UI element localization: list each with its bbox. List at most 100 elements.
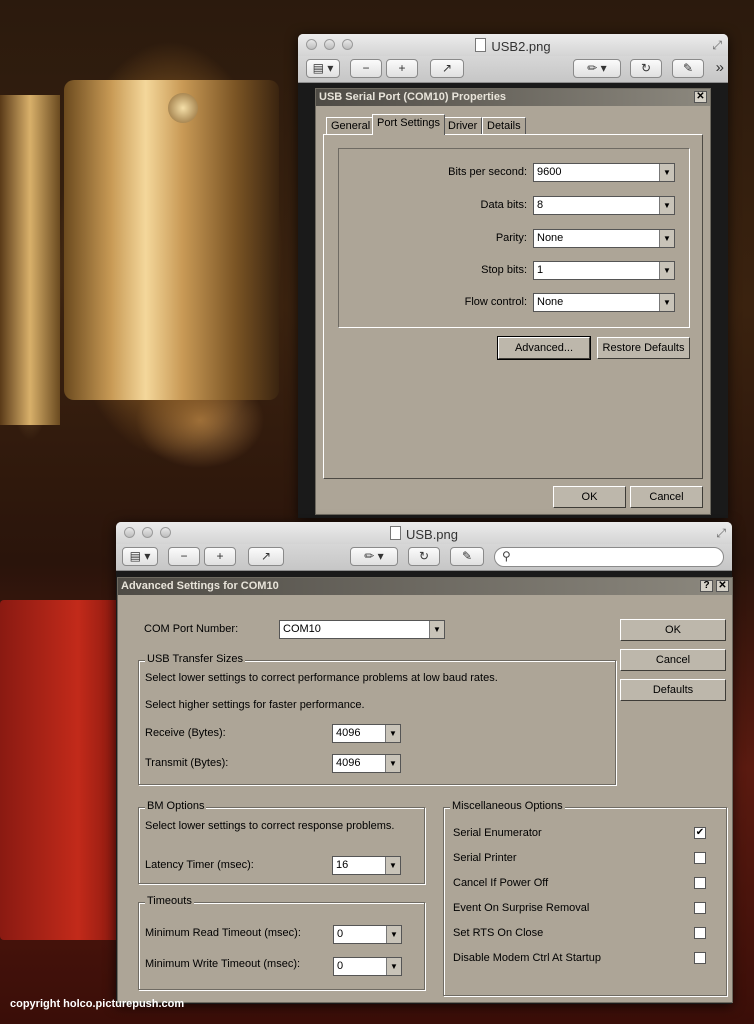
- cancel-if-power-off-checkbox[interactable]: [694, 877, 706, 889]
- disable-modem-ctrl-label: Disable Modem Ctrl At Startup: [453, 952, 601, 964]
- min-read-timeout-select[interactable]: 0 ▼: [333, 925, 402, 944]
- cancel-button[interactable]: Cancel: [620, 649, 726, 671]
- zoom-out-button[interactable]: −: [350, 59, 382, 78]
- flow-control-select[interactable]: None ▼: [533, 293, 675, 312]
- dialog-close-button[interactable]: ✕: [694, 91, 707, 103]
- advanced-button[interactable]: Advanced...: [497, 336, 591, 360]
- dialog-title: USB Serial Port (COM10) Properties: [319, 91, 507, 103]
- defaults-button[interactable]: Defaults: [620, 679, 726, 701]
- rotate-button[interactable]: ↻: [630, 59, 662, 78]
- search-icon: ⚲: [502, 549, 511, 563]
- parity-label: Parity:: [495, 232, 527, 244]
- advanced-settings-dialog: Advanced Settings for COM10 ? ✕ COM Port…: [117, 577, 733, 1003]
- sidebar-toggle-button[interactable]: ▤ ▾: [122, 547, 158, 566]
- document-icon: [475, 38, 487, 52]
- data-bits-label: Data bits:: [480, 199, 527, 211]
- timeouts-group: Timeouts Minimum Read Timeout (msec): 0 ▼…: [138, 895, 425, 990]
- min-write-timeout-label: Minimum Write Timeout (msec):: [145, 958, 301, 970]
- share-button[interactable]: ↗: [430, 59, 464, 78]
- zoom-out-icon: −: [180, 549, 188, 563]
- fullscreen-icon[interactable]: ⤢: [712, 38, 722, 53]
- zoom-out-button[interactable]: −: [168, 547, 200, 566]
- bits-per-second-label: Bits per second:: [448, 166, 527, 178]
- parity-select[interactable]: None ▼: [533, 229, 675, 248]
- min-write-timeout-select[interactable]: 0 ▼: [333, 957, 402, 976]
- rotate-icon: ↻: [640, 61, 652, 75]
- zoom-in-button[interactable]: +: [386, 59, 418, 78]
- copyright-text: copyright holco.picturepush.com: [10, 998, 185, 1010]
- port-properties-dialog: USB Serial Port (COM10) Properties ✕ Gen…: [315, 88, 711, 515]
- cancel-button[interactable]: Cancel: [630, 486, 703, 508]
- serial-enumerator-label: Serial Enumerator: [453, 827, 542, 839]
- set-rts-on-close-checkbox[interactable]: [694, 927, 706, 939]
- dropdown-arrow-icon: ▼: [659, 262, 674, 279]
- fullscreen-icon[interactable]: ⤢: [716, 526, 726, 541]
- event-on-surprise-removal-checkbox[interactable]: [694, 902, 706, 914]
- share-icon: ↗: [441, 61, 453, 75]
- window-titlebar: USB2.png ⤢: [298, 34, 728, 56]
- bits-per-second-select[interactable]: 9600 ▼: [533, 163, 675, 182]
- tab-port-settings[interactable]: Port Settings: [372, 114, 445, 135]
- dialog-title: Advanced Settings for COM10: [121, 580, 279, 592]
- com-port-select[interactable]: COM10 ▼: [279, 620, 445, 639]
- group-title: USB Transfer Sizes: [145, 653, 245, 665]
- ok-button[interactable]: OK: [620, 619, 726, 641]
- help-button[interactable]: ?: [700, 580, 713, 592]
- ok-button[interactable]: OK: [553, 486, 626, 508]
- dropdown-arrow-icon: ▼: [659, 164, 674, 181]
- edit-icon: ✎: [682, 61, 694, 75]
- group-title: BM Options: [145, 800, 207, 812]
- rotate-button[interactable]: ↻: [408, 547, 440, 566]
- latency-timer-select[interactable]: 16 ▼: [332, 856, 401, 875]
- tab-driver[interactable]: Driver: [443, 117, 483, 135]
- misc-options-group: Miscellaneous Options Serial Enumerator …: [443, 800, 727, 996]
- usb-hint-1: Select lower settings to correct perform…: [145, 672, 498, 684]
- min-read-timeout-label: Minimum Read Timeout (msec):: [145, 927, 301, 939]
- dialog-close-button[interactable]: ✕: [716, 580, 729, 592]
- flow-control-label: Flow control:: [464, 296, 527, 308]
- dropdown-arrow-icon: ▼: [659, 294, 674, 311]
- tab-general[interactable]: General: [326, 117, 376, 135]
- data-bits-select[interactable]: 8 ▼: [533, 196, 675, 215]
- brass-part-left: [0, 95, 60, 425]
- rotate-icon: ↻: [418, 549, 430, 563]
- zoom-in-button[interactable]: +: [204, 547, 236, 566]
- transmit-label: Transmit (Bytes):: [145, 757, 229, 769]
- document-icon: [389, 526, 401, 540]
- markup-button[interactable]: ✏ ▾: [573, 59, 621, 78]
- serial-printer-checkbox[interactable]: [694, 852, 706, 864]
- latency-timer-label: Latency Timer (msec):: [145, 859, 254, 871]
- share-button[interactable]: ↗: [248, 547, 284, 566]
- zoom-in-icon: +: [398, 61, 406, 75]
- dropdown-arrow-icon: ▼: [385, 755, 400, 772]
- overflow-icon[interactable]: »: [716, 59, 724, 76]
- preview-toolbar: ▤ ▾ − + ↗ ✏ ▾ ↻ ✎ »: [298, 56, 728, 83]
- dropdown-arrow-icon: ▼: [659, 230, 674, 247]
- window-title: USB.png: [405, 527, 459, 542]
- restore-defaults-button[interactable]: Restore Defaults: [597, 337, 690, 359]
- tab-details[interactable]: Details: [482, 117, 526, 135]
- usb-transfer-sizes-group: USB Transfer Sizes Select lower settings…: [138, 653, 616, 785]
- disable-modem-ctrl-checkbox[interactable]: [694, 952, 706, 964]
- window-titlebar: USB.png ⤢: [116, 522, 732, 544]
- serial-printer-label: Serial Printer: [453, 852, 517, 864]
- edit-button[interactable]: ✎: [450, 547, 484, 566]
- search-input[interactable]: ⚲: [494, 547, 724, 567]
- receive-select[interactable]: 4096 ▼: [332, 724, 401, 743]
- transmit-select[interactable]: 4096 ▼: [332, 754, 401, 773]
- checkmark-icon: ✔: [695, 827, 705, 838]
- dialog-titlebar: USB Serial Port (COM10) Properties ✕: [316, 89, 710, 106]
- edit-button[interactable]: ✎: [672, 59, 704, 78]
- serial-enumerator-checkbox[interactable]: ✔: [694, 827, 706, 839]
- screw: [168, 93, 198, 123]
- group-title: Miscellaneous Options: [450, 800, 565, 812]
- dialog-titlebar: Advanced Settings for COM10 ? ✕: [118, 578, 732, 595]
- stop-bits-select[interactable]: 1 ▼: [533, 261, 675, 280]
- com-port-label: COM Port Number:: [144, 623, 239, 635]
- receive-label: Receive (Bytes):: [145, 727, 226, 739]
- sidebar-toggle-button[interactable]: ▤ ▾: [306, 59, 340, 78]
- bm-hint: Select lower settings to correct respons…: [145, 820, 395, 832]
- markup-button[interactable]: ✏ ▾: [350, 547, 398, 566]
- dropdown-arrow-icon: ▼: [429, 621, 444, 638]
- preview-toolbar: ▤ ▾ − + ↗ ✏ ▾ ↻ ✎ ⚲: [116, 544, 732, 571]
